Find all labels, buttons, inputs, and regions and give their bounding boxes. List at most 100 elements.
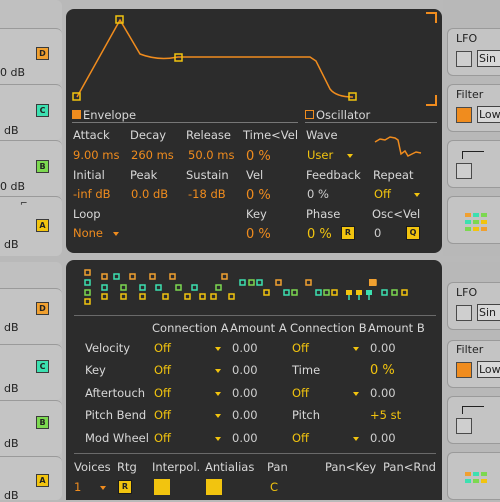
amount-a-value[interactable]: 0.00 [232,409,258,422]
oscillator-tab[interactable]: Oscillator [316,109,370,122]
filter-toggle-2[interactable] [456,362,472,378]
peak-label: Peak [130,168,158,182]
amount-b-value[interactable]: +5 st [370,409,401,422]
pan-value[interactable]: C [270,481,278,494]
grid-icon[interactable] [465,213,489,233]
chain-led-c-2[interactable]: C [36,360,49,373]
voices-value[interactable]: 1 [74,481,81,494]
interpolation-toggle[interactable] [154,479,170,495]
amount-b-value[interactable]: 0.00 [370,387,396,400]
dropdown-arrow[interactable] [353,392,359,396]
connection-a-select[interactable]: Off [154,387,171,400]
envelope-display[interactable] [66,9,442,111]
chain-led-b-2[interactable]: B [36,416,49,429]
chain-slot-d-2[interactable] [0,288,62,344]
lfo-label-2: LFO [456,286,478,299]
amount-b-value[interactable]: 0 % [370,364,395,377]
slot-volume-text: dB [4,382,19,395]
amount-b-value[interactable]: 0.00 [370,342,396,355]
vel-label: Vel [246,168,264,182]
lfo-toggle[interactable] [456,51,472,67]
attack-value[interactable]: 9.00 ms [73,149,119,162]
loop-dropdown-arrow[interactable] [113,232,119,236]
antialias-toggle[interactable] [206,479,222,495]
vel-value[interactable]: 0 % [246,189,271,202]
dropdown-arrow[interactable] [215,392,221,396]
row-label-aftertouch: Aftertouch [85,386,146,400]
osc-vel-quantize-button[interactable]: Q [406,226,420,240]
phase-value[interactable]: 0 % [307,228,332,241]
envelope-tab[interactable]: Envelope [83,109,136,122]
panel-divider [74,453,436,454]
shaper-icon [462,151,484,159]
connection-a-select[interactable]: Off [154,409,171,422]
filter-toggle[interactable] [456,107,472,123]
dropdown-arrow[interactable] [215,437,221,441]
oscillator-tab-indicator[interactable] [305,110,314,119]
dropdown-arrow[interactable] [353,347,359,351]
header-connection-a: Connection A [152,321,229,335]
dropdown-arrow[interactable] [215,369,221,373]
voices-dropdown-arrow[interactable] [100,486,106,490]
oscillator-tab-underline [305,122,437,123]
phase-retrigger-button[interactable]: R [341,226,355,240]
shaper-icon-2 [462,406,484,414]
dropdown-arrow[interactable] [215,414,221,418]
shaper-toggle-2[interactable] [456,418,472,434]
connection-b-select[interactable]: Off [292,342,309,355]
chain-led-c[interactable]: C [36,104,49,117]
chain-led-b[interactable]: B [36,160,49,173]
osc-vel-value[interactable]: 0 [374,227,381,240]
repeat-dropdown-arrow[interactable] [414,193,420,197]
connection-b-select[interactable]: Off [292,432,309,445]
connection-a-select[interactable]: Off [154,364,171,377]
retrigger-label: Rtg [117,460,137,474]
amount-a-value[interactable]: 0.00 [232,387,258,400]
shaper-toggle[interactable] [456,163,472,179]
chain-led-d-2[interactable]: D [36,302,49,315]
chain-led-d[interactable]: D [36,47,49,60]
grid-icon-2[interactable] [465,472,489,492]
sustain-value[interactable]: -18 dB [188,188,226,201]
time-vel-value[interactable]: 0 % [246,150,271,163]
feedback-value[interactable]: 0 % [307,188,329,201]
release-value[interactable]: 50.0 ms [188,149,234,162]
dropdown-arrow[interactable] [215,347,221,351]
interpolation-label: Interpol. [152,460,201,474]
envelope-tab-indicator[interactable] [72,110,81,119]
pan-rnd-label: Pan<Rnd [383,460,436,474]
peak-value[interactable]: 0.0 dB [131,188,168,201]
amount-b-value[interactable]: 0.00 [370,432,396,445]
decay-label: Decay [130,128,167,142]
row-label-mod-wheel: Mod Wheel [85,431,149,445]
amount-a-value[interactable]: 0.00 [232,432,258,445]
filter-label: Filter [456,88,484,101]
key-value[interactable]: 0 % [246,228,271,241]
key-label: Key [246,207,267,221]
initial-value[interactable]: -inf dB [73,188,111,201]
slot-volume-text: dB [4,489,19,502]
connection-a-select[interactable]: Off [154,342,171,355]
loop-value[interactable]: None [73,227,103,240]
osc-vel-label: Osc<Vel [372,207,421,221]
algorithm-selector[interactable] [66,260,442,308]
chain-led-a[interactable]: A [36,219,49,232]
connection-b-text: Time [292,363,321,377]
decay-value[interactable]: 260 ms [131,149,174,162]
initial-label: Initial [73,168,105,182]
connection-b-select[interactable]: Off [292,387,309,400]
chain-led-a-2[interactable]: A [36,474,49,487]
amount-a-value[interactable]: 0.00 [232,342,258,355]
filter-type-value-2: Low [479,363,500,376]
lfo-toggle-2[interactable] [456,305,472,321]
repeat-value[interactable]: Off [374,188,391,201]
wave-dropdown-arrow[interactable] [347,154,353,158]
feedback-label: Feedback [306,168,361,182]
retrigger-button[interactable]: R [118,480,132,494]
connection-a-select[interactable]: Off [154,432,171,445]
dropdown-arrow[interactable] [353,437,359,441]
antialias-label: Antialias [205,460,255,474]
amount-a-value[interactable]: 0.00 [232,364,258,377]
slot-volume-text: 0 dB [0,180,26,193]
wave-value[interactable]: User [307,149,333,162]
